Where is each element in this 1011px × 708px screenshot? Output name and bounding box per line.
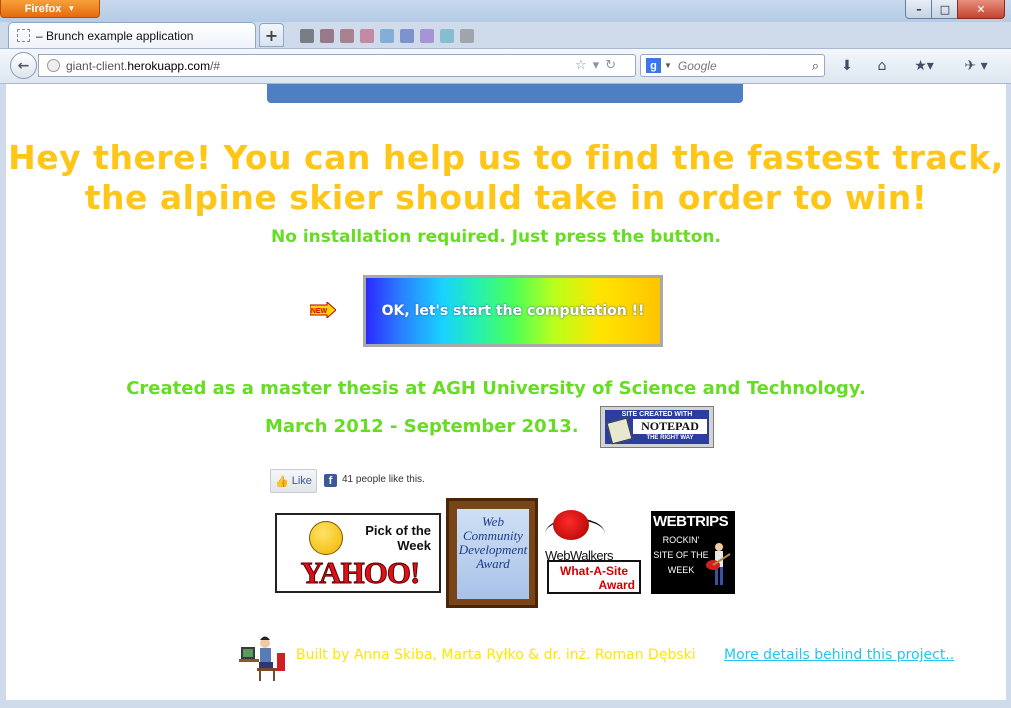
new-badge-label: NEW (311, 308, 328, 315)
reload-icon[interactable]: ↻ (605, 58, 616, 73)
facebook-like-button[interactable]: 👍 Like (270, 469, 317, 493)
date-range-text: March 2012 - September 2013. (265, 416, 579, 437)
minimize-button[interactable]: – (905, 0, 933, 19)
notepad-badge: SITE CREATED WITH NOTEPAD THE RIGHT WAY (600, 406, 714, 448)
headline-line-2: the alpine skier should take in order to… (84, 178, 928, 217)
search-bar[interactable]: g ▼ Google ⌕ (640, 54, 825, 77)
credits-text: Built by Anna Skiba, Marta Ryłko & dr. i… (296, 647, 696, 663)
web-community-award-text: Web Community Development Award (458, 514, 528, 571)
close-icon: ✕ (976, 2, 986, 16)
bookmark-star-icon[interactable]: ☆ (575, 58, 587, 73)
google-engine-icon[interactable]: g (646, 58, 661, 73)
title-bar (0, 0, 1011, 22)
search-placeholder: Google (677, 58, 717, 73)
url-domain: herokuapp.com (127, 58, 211, 73)
bookmarks-menu-icon[interactable]: ★▾ (908, 56, 940, 75)
like-count: 41 people like this. (342, 474, 425, 485)
notepad-badge-bottom: THE RIGHT WAY (646, 435, 694, 441)
webwalkers-award: WebWalkers What-A-Site Award (545, 510, 643, 596)
headline-line-1: Hey there! You can help us to find the f… (8, 138, 1004, 177)
page-headline: Hey there! You can help us to find the f… (6, 138, 1006, 218)
maximize-icon: □ (939, 2, 951, 16)
close-window-button[interactable]: ✕ (957, 0, 1005, 19)
back-button[interactable]: ← (10, 52, 37, 79)
history-dropdown-icon[interactable]: ▾ (593, 58, 600, 73)
spider-icon (553, 510, 589, 540)
back-arrow-icon: ← (17, 57, 30, 74)
header-banner-bar (267, 84, 743, 103)
smiley-icon (309, 521, 343, 555)
thesis-text: Created as a master thesis at AGH Univer… (126, 378, 866, 399)
yahoo-pick-award: Pick of the Week YAHOO! (275, 513, 441, 593)
webtrips-title: WEBTRIPS (653, 513, 729, 530)
home-icon[interactable]: ⌂ (871, 56, 893, 75)
page-subline: No installation required. Just press the… (271, 227, 721, 247)
site-identity-icon[interactable] (47, 59, 60, 72)
programmer-figure-icon (239, 636, 285, 681)
new-tab-button[interactable]: + (259, 23, 284, 47)
new-badge-icon: NEW (310, 302, 336, 318)
tabstrip-background (300, 28, 780, 44)
firefox-menu-button[interactable]: Firefox ▼ (0, 0, 100, 18)
yahoo-pick-text: Pick of the Week (365, 523, 431, 553)
thumbs-up-icon: 👍 (275, 475, 289, 488)
tab-active[interactable]: – Brunch example application (8, 22, 256, 48)
start-computation-button[interactable]: OK, let's start the computation !! (363, 275, 663, 347)
tab-favicon-icon (17, 29, 30, 42)
maximize-button[interactable]: □ (931, 0, 959, 19)
notepad-badge-top: SITE CREATED WITH (621, 411, 693, 418)
addon-menu-icon[interactable]: ✈ ▾ (954, 56, 998, 75)
tab-title: – Brunch example application (36, 28, 194, 43)
like-label: Like (291, 475, 312, 487)
url-bar[interactable]: giant-client. herokuapp.com/# (38, 54, 636, 77)
notepad-badge-main: NOTEPAD (633, 419, 707, 434)
url-bar-actions: ☆ ▾ ↻ (575, 56, 635, 75)
start-computation-label: OK, let's start the computation !! (381, 303, 645, 319)
facebook-icon: f (324, 474, 337, 487)
more-details-link[interactable]: More details behind this project.. (724, 647, 954, 663)
webwalkers-award-line-2: Award (598, 578, 635, 592)
chevron-down-icon[interactable]: ▼ (664, 61, 672, 70)
window-bottom-border (0, 700, 1011, 708)
notepad-icon (606, 417, 633, 445)
minimize-icon: – (916, 2, 922, 16)
plus-icon: + (264, 25, 279, 45)
webtrips-award: WEBTRIPS ROCKIN' SITE OF THE WEEK (651, 511, 735, 594)
search-icon[interactable]: ⌕ (812, 58, 819, 74)
webwalkers-award-line-1: What-A-Site (560, 564, 628, 578)
chevron-down-icon: ▼ (67, 4, 76, 13)
web-community-award: Web Community Development Award (446, 498, 538, 608)
url-prefix: giant-client. (66, 58, 128, 73)
guitarist-icon (706, 543, 731, 585)
downloads-icon[interactable]: ⬇ (836, 56, 858, 75)
firefox-menu-label: Firefox (24, 2, 62, 15)
yahoo-brand: YAHOO! (300, 555, 421, 591)
url-suffix: /# (210, 58, 221, 73)
